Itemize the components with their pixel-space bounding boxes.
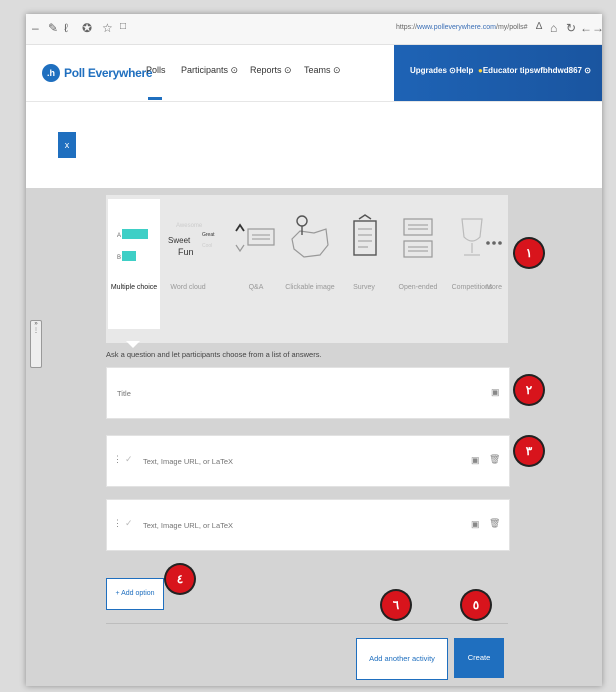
callout-badge-4: ٤ (166, 565, 194, 593)
title-field[interactable]: ▣ (106, 367, 510, 419)
type-label: More (486, 284, 502, 291)
survey-icon (353, 214, 377, 256)
url-path: /my/polls# (496, 24, 528, 31)
drag-handle-icon[interactable]: ⋮ (113, 454, 122, 465)
logo-mark: .h (42, 64, 60, 82)
reader-icon[interactable]: ∆ (536, 21, 542, 32)
type-more[interactable]: More (480, 199, 508, 329)
correct-check-icon[interactable]: ✓ (125, 454, 133, 465)
word-sweet: Sweet (168, 236, 191, 245)
back-icon[interactable]: ← (580, 21, 592, 35)
create-button[interactable]: Create (454, 638, 504, 678)
callout-badge-5: ٥ (462, 591, 490, 619)
option-row[interactable]: ⋮ ✓ ▣ 🗑 (106, 435, 510, 487)
qa-icon (235, 223, 275, 253)
image-icon[interactable]: ▣ (491, 387, 500, 398)
nav-teams[interactable]: Teams ⊙ (304, 65, 341, 76)
open-ended-icon (403, 218, 433, 258)
svg-text:A: A (117, 233, 121, 239)
nav-upgrades[interactable]: Upgrades ⊙ (410, 66, 456, 75)
nav-polls[interactable]: Polls (146, 65, 166, 75)
word-awesome: Awesome (176, 223, 203, 229)
callout-badge-1: ١ (515, 239, 543, 267)
logo-text: Poll Everywhere (64, 66, 153, 80)
trash-icon[interactable]: 🗑 (489, 454, 500, 465)
type-open-ended[interactable]: Open-ended (392, 199, 444, 329)
type-label: Clickable image (285, 284, 335, 291)
type-label: Q&A (248, 284, 264, 291)
url-prefix: https:// (396, 24, 418, 31)
refresh-icon[interactable]: ↻ (566, 21, 576, 35)
clickable-image-icon (291, 215, 329, 258)
type-label: Open-ended (398, 284, 438, 291)
square-icon[interactable]: □ (120, 21, 126, 32)
close-button[interactable]: x (58, 132, 76, 158)
drag-handle-icon[interactable]: ⋮ (113, 518, 122, 529)
app-window: – ✎ ℓ ✪ ☆ □ https://www.polleverywhere.c… (26, 14, 602, 686)
divider (106, 623, 508, 624)
type-label: Multiple choice (110, 284, 158, 291)
word-fun: Fun (178, 247, 194, 257)
logo[interactable]: .h Poll Everywhere (42, 63, 153, 83)
selected-pointer (126, 341, 140, 348)
activity-description: Ask a question and let participants choo… (106, 350, 322, 359)
address-bar[interactable]: https://www.polleverywhere.com/my/polls# (396, 20, 532, 36)
correct-check-icon[interactable]: ✓ (125, 518, 133, 529)
word-great: Great (202, 232, 215, 238)
type-clickable-image[interactable]: Clickable image (284, 199, 336, 329)
side-panel-handle[interactable]: » ⋮ (30, 320, 42, 368)
word-cloud-icon: Awesome Sweet Great Cool Fun (168, 223, 215, 257)
add-option-button[interactable]: + Add option (106, 578, 164, 610)
nav-reports[interactable]: Reports ⊙ (250, 65, 292, 76)
word-cool: Cool (202, 243, 212, 249)
option-input[interactable] (141, 516, 465, 534)
nav-educator-tips-label: Educator tips (482, 66, 534, 75)
browser-toolbar: – ✎ ℓ ✪ ☆ □ https://www.polleverywhere.c… (26, 14, 602, 45)
callout-badge-6: ٦ (382, 591, 410, 619)
nav-active-indicator (148, 97, 162, 100)
nav-user-menu[interactable]: wfbhdwd867 ⊙ (534, 66, 591, 75)
star-icon[interactable]: ☆ (102, 21, 113, 35)
type-survey[interactable]: Survey (338, 199, 390, 329)
image-icon[interactable]: ▣ (471, 519, 480, 530)
svg-text:B: B (117, 255, 121, 261)
nav-right-panel: Upgrades ⊙ Help ●Educator tips wfbhdwd86… (394, 45, 602, 101)
callout-badge-2: ٢ (515, 376, 543, 404)
editor-header: x (26, 102, 602, 188)
minimize-icon[interactable]: – (32, 21, 39, 35)
option-row[interactable]: ⋮ ✓ ▣ 🗑 (106, 499, 510, 551)
activity-type-picker: A B Multiple choice Awesome Sweet Great … (106, 195, 508, 343)
reading-view-icon[interactable]: ✎ (48, 21, 58, 35)
pen-icon[interactable]: ℓ (64, 21, 68, 35)
multiple-choice-icon: A B (117, 229, 148, 261)
callout-badge-3: ٣ (515, 437, 543, 465)
option-input[interactable] (141, 452, 465, 470)
title-input[interactable] (115, 384, 479, 402)
url-domain: www.polleverywhere.com (417, 24, 496, 31)
type-word-cloud[interactable]: Awesome Sweet Great Cool Fun Word cloud (162, 199, 215, 329)
type-qa[interactable]: Q&A (230, 199, 282, 329)
home-icon[interactable]: ⌂ (550, 21, 557, 35)
nav-participants[interactable]: Participants ⊙ (181, 65, 238, 76)
forward-icon[interactable]: → (592, 21, 602, 35)
type-label: Word cloud (170, 284, 206, 291)
favorites-icon[interactable]: ✪ (82, 21, 92, 35)
type-label: Survey (353, 284, 375, 291)
nav-help[interactable]: Help (456, 66, 473, 75)
top-nav: .h Poll Everywhere Polls Participants ⊙ … (26, 45, 602, 102)
trash-icon[interactable]: 🗑 (489, 518, 500, 529)
image-icon[interactable]: ▣ (471, 455, 480, 466)
type-multiple-choice[interactable]: A B Multiple choice (108, 199, 160, 329)
nav-educator-tips[interactable]: ●Educator tips (478, 66, 534, 75)
more-dots-icon (486, 241, 502, 245)
add-another-activity-button[interactable]: Add another activity (356, 638, 448, 680)
